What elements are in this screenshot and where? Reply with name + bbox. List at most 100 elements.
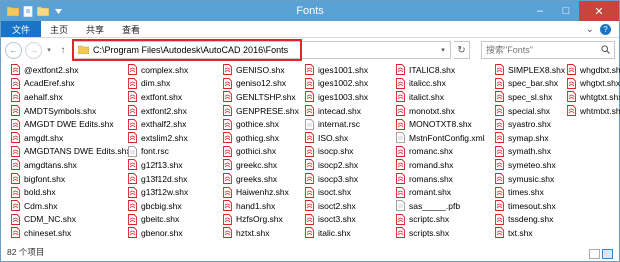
help-icon[interactable]: ? <box>600 23 611 35</box>
file-item[interactable]: internat.rsc <box>305 117 396 131</box>
file-item[interactable]: times.shx <box>495 185 567 199</box>
file-item[interactable]: gothici.shx <box>223 145 305 159</box>
expand-ribbon-icon[interactable]: ⌄ <box>586 24 594 35</box>
file-item[interactable]: gbenor.shx <box>128 226 223 240</box>
file-item[interactable]: scripts.shx <box>396 226 495 240</box>
file-item[interactable]: Haiwenhz.shx <box>223 185 305 199</box>
file-item[interactable]: gbcbig.shx <box>128 199 223 213</box>
file-item[interactable]: geniso12.shx <box>223 77 305 91</box>
file-item[interactable]: isoct3.shx <box>305 213 396 227</box>
file-item[interactable]: whgdtxt.shx <box>567 63 620 77</box>
file-item[interactable]: tssdeng.shx <box>495 213 567 227</box>
file-item[interactable]: bigfont.shx <box>11 172 128 186</box>
file-item[interactable]: amgdt.shx <box>11 131 128 145</box>
file-item[interactable]: isoct.shx <box>305 185 396 199</box>
maximize-button[interactable]: □ <box>553 1 579 21</box>
search-icon[interactable] <box>601 44 610 56</box>
file-item[interactable]: isoct2.shx <box>305 199 396 213</box>
file-item[interactable]: MONOTXT8.shx <box>396 117 495 131</box>
file-item[interactable]: hztxt.shx <box>223 226 305 240</box>
file-item[interactable]: extfont.shx <box>128 90 223 104</box>
file-item[interactable]: chineset.shx <box>11 226 128 240</box>
file-item[interactable]: txt.shx <box>495 226 567 240</box>
file-item[interactable]: GENLTSHP.shx <box>223 90 305 104</box>
new-folder-icon[interactable] <box>37 5 49 17</box>
file-item[interactable]: italicc.shx <box>396 77 495 91</box>
file-item[interactable]: SIMPLEX8.shx <box>495 63 567 77</box>
file-item[interactable]: isocp3.shx <box>305 172 396 186</box>
file-item[interactable]: g13f12w.shx <box>128 185 223 199</box>
file-item[interactable]: isocp.shx <box>305 145 396 159</box>
file-item[interactable]: romans.shx <box>396 172 495 186</box>
search-input[interactable] <box>486 45 596 55</box>
file-item[interactable]: special.shx <box>495 104 567 118</box>
file-item[interactable]: HzfsOrg.shx <box>223 213 305 227</box>
file-item[interactable]: iges1003.shx <box>305 90 396 104</box>
file-item[interactable]: gothicg.shx <box>223 131 305 145</box>
file-item[interactable]: extfont2.shx <box>128 104 223 118</box>
folder-icon[interactable] <box>7 5 19 17</box>
file-item[interactable]: symusic.shx <box>495 172 567 186</box>
file-item[interactable]: italict.shx <box>396 90 495 104</box>
file-item[interactable]: greekc.shx <box>223 158 305 172</box>
file-item[interactable]: ISO.shx <box>305 131 396 145</box>
address-bar[interactable]: C:\Program Files\Autodesk\AutoCAD 2016\F… <box>72 39 451 61</box>
details-view-button[interactable] <box>589 249 600 259</box>
file-item[interactable]: symeteo.shx <box>495 158 567 172</box>
tab-home[interactable]: 主页 <box>41 21 77 37</box>
file-item[interactable]: AMGDT DWE Edits.shx <box>11 117 128 131</box>
file-item[interactable]: font.rsc <box>128 145 223 159</box>
file-item[interactable]: syastro.shx <box>495 117 567 131</box>
file-item[interactable]: spec_sl.shx <box>495 90 567 104</box>
file-item[interactable]: Cdm.shx <box>11 199 128 213</box>
file-item[interactable]: romant.shx <box>396 185 495 199</box>
refresh-button[interactable]: ↻ <box>454 41 470 59</box>
file-item[interactable]: hand1.shx <box>223 199 305 213</box>
forward-button[interactable]: → <box>25 41 42 59</box>
file-item[interactable]: aehalf.shx <box>11 90 128 104</box>
file-item[interactable]: sas_____.pfb <box>396 199 495 213</box>
file-item[interactable]: ITALIC8.shx <box>396 63 495 77</box>
title-bar[interactable]: Fonts – □ ✕ <box>1 1 619 21</box>
file-item[interactable]: intecad.shx <box>305 104 396 118</box>
minimize-button[interactable]: – <box>527 1 553 21</box>
file-item[interactable]: g12f13.shx <box>128 158 223 172</box>
up-button[interactable]: ↑ <box>56 45 70 56</box>
file-item[interactable]: romand.shx <box>396 158 495 172</box>
file-item[interactable]: AMDTSymbols.shx <box>11 104 128 118</box>
address-dropdown-icon[interactable]: ▾ <box>436 46 450 54</box>
file-item[interactable]: exthalf2.shx <box>128 117 223 131</box>
customize-dropdown-icon[interactable] <box>52 5 64 17</box>
back-button[interactable]: ← <box>5 41 22 59</box>
file-item[interactable]: whgtxt.shx <box>567 77 620 91</box>
tab-file[interactable]: 文件 <box>1 21 42 37</box>
file-item[interactable]: extslim2.shx <box>128 131 223 145</box>
file-item[interactable]: whtgtxt.shx <box>567 90 620 104</box>
file-item[interactable]: timesout.shx <box>495 199 567 213</box>
file-item[interactable]: gothice.shx <box>223 117 305 131</box>
file-item[interactable]: iges1002.shx <box>305 77 396 91</box>
list-view-button[interactable] <box>602 249 613 259</box>
file-item[interactable]: scriptc.shx <box>396 213 495 227</box>
properties-icon[interactable] <box>22 5 34 17</box>
tab-share[interactable]: 共享 <box>77 21 113 37</box>
file-item[interactable]: bold.shx <box>11 185 128 199</box>
file-item[interactable]: dim.shx <box>128 77 223 91</box>
file-item[interactable]: complex.shx <box>128 63 223 77</box>
file-item[interactable]: AMGDTANS DWE Edits.shx <box>11 145 128 159</box>
recent-locations-button[interactable]: ▾ <box>45 46 53 54</box>
file-item[interactable]: symap.shx <box>495 131 567 145</box>
file-item[interactable]: italic.shx <box>305 226 396 240</box>
file-item[interactable]: romanc.shx <box>396 145 495 159</box>
file-item[interactable]: g13f12d.shx <box>128 172 223 186</box>
file-item[interactable]: isocp2.shx <box>305 158 396 172</box>
file-item[interactable]: whtmtxt.shx <box>567 104 620 118</box>
file-item[interactable]: MstnFontConfig.xml <box>396 131 495 145</box>
file-item[interactable]: symath.shx <box>495 145 567 159</box>
file-item[interactable]: GENPRESE.shx <box>223 104 305 118</box>
file-item[interactable]: monotxt.shx <box>396 104 495 118</box>
file-item[interactable]: spec_bar.shx <box>495 77 567 91</box>
file-item[interactable]: iges1001.shx <box>305 63 396 77</box>
file-item[interactable]: @extfont2.shx <box>11 63 128 77</box>
file-item[interactable]: greeks.shx <box>223 172 305 186</box>
